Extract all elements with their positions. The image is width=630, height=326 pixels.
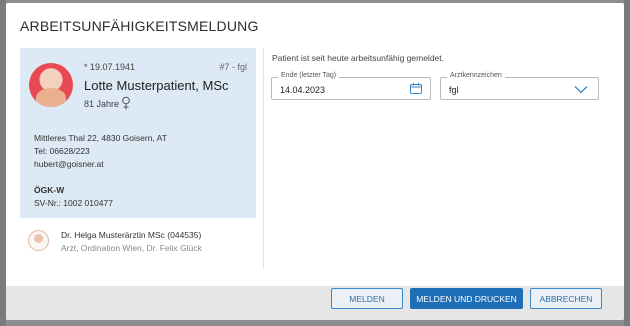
patient-dob: * 19.07.1941 bbox=[84, 62, 136, 72]
patient-email: hubert@goisner.at bbox=[34, 159, 104, 169]
patient-name: Lotte Musterpatient, MSc bbox=[84, 78, 229, 93]
column-divider bbox=[263, 48, 264, 268]
patient-avatar bbox=[29, 63, 73, 107]
report-and-print-button[interactable]: MELDEN UND DRUCKEN bbox=[410, 288, 523, 309]
insurance-name: ÖGK-W bbox=[34, 185, 65, 195]
patient-record-id: #7 - fgl bbox=[219, 62, 247, 72]
status-notice: Patient ist seit heute arbeitsunfähig ge… bbox=[272, 53, 444, 63]
doctor-subtitle: Arzt, Ordination Wien, Dr. Felix Glück bbox=[61, 243, 202, 253]
doctor-sign-label: Arztkennzeichen bbox=[447, 72, 505, 79]
patient-address: Mittleres Thal 22, 4830 Goisern, AT bbox=[34, 133, 167, 143]
backdrop-right bbox=[624, 0, 630, 326]
patient-contact: Mittleres Thal 22, 4830 Goisern, AT Tel:… bbox=[34, 132, 167, 171]
patient-age: 81 Jahre bbox=[84, 99, 120, 109]
calendar-icon[interactable] bbox=[410, 83, 422, 94]
end-date-field[interactable]: Ende (letzter Tag) 14.04.2023 bbox=[271, 72, 431, 100]
work-incapacity-dialog: ARBEITSUNFÄHIGKEITSMELDUNG * 19.07.1941 … bbox=[6, 3, 624, 320]
doctor-sign-value[interactable]: fgl bbox=[449, 85, 459, 95]
report-button[interactable]: MELDEN bbox=[331, 288, 403, 309]
end-date-label: Ende (letzter Tag) bbox=[278, 72, 340, 79]
cancel-button[interactable]: ABBRECHEN bbox=[530, 288, 602, 309]
social-security-number: SV-Nr.: 1002 010477 bbox=[34, 198, 113, 208]
chevron-down-icon[interactable] bbox=[574, 85, 588, 94]
doctor-avatar bbox=[28, 230, 49, 251]
patient-phone: Tel: 06628/223 bbox=[34, 146, 90, 156]
dialog-title: ARBEITSUNFÄHIGKEITSMELDUNG bbox=[20, 18, 259, 34]
patient-insurance: ÖGK-W SV-Nr.: 1002 010477 bbox=[34, 184, 113, 210]
doctor-name: Dr. Helga Musterärztin MSc (044535) bbox=[61, 230, 202, 240]
end-date-value[interactable]: 14.04.2023 bbox=[280, 85, 325, 95]
female-icon bbox=[122, 96, 130, 110]
doctor-info: Dr. Helga Musterärztin MSc (044535) Arzt… bbox=[28, 228, 258, 256]
patient-card: * 19.07.1941 #7 - fgl Lotte Musterpatien… bbox=[20, 48, 256, 218]
doctor-sign-select[interactable]: Arztkennzeichen fgl bbox=[440, 72, 599, 100]
